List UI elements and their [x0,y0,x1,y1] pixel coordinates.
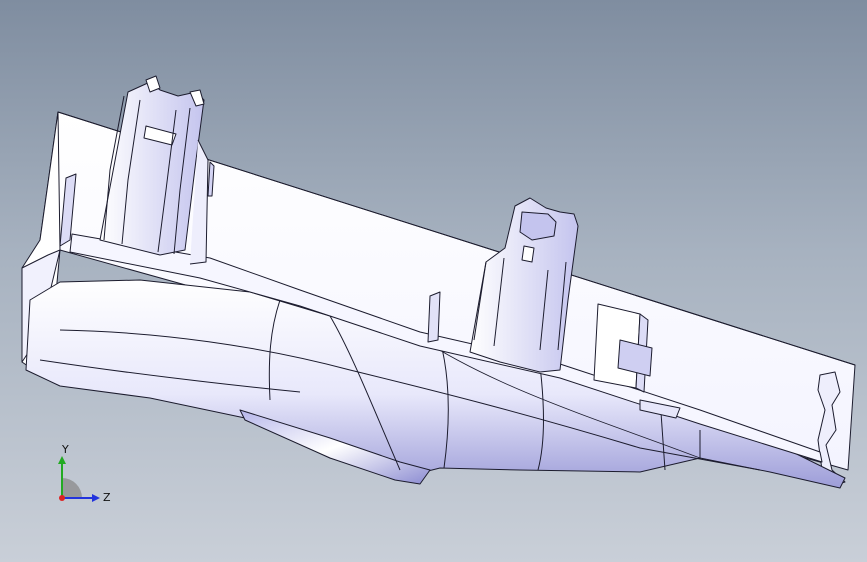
z-axis-label: Z [103,491,111,504]
x-axis-dot [59,495,65,501]
graphics-viewport[interactable]: Y Z [0,0,867,562]
right-clip-tower [469,197,579,373]
y-axis-label: Y [62,443,69,456]
small-post [427,291,441,343]
triad-quarter-disc [62,478,82,498]
z-axis-arrow [92,494,100,502]
left-clip-tower [99,75,215,265]
coordinate-triad: Y Z [50,440,120,510]
y-axis-arrow [58,456,66,464]
model-part[interactable] [0,0,867,562]
